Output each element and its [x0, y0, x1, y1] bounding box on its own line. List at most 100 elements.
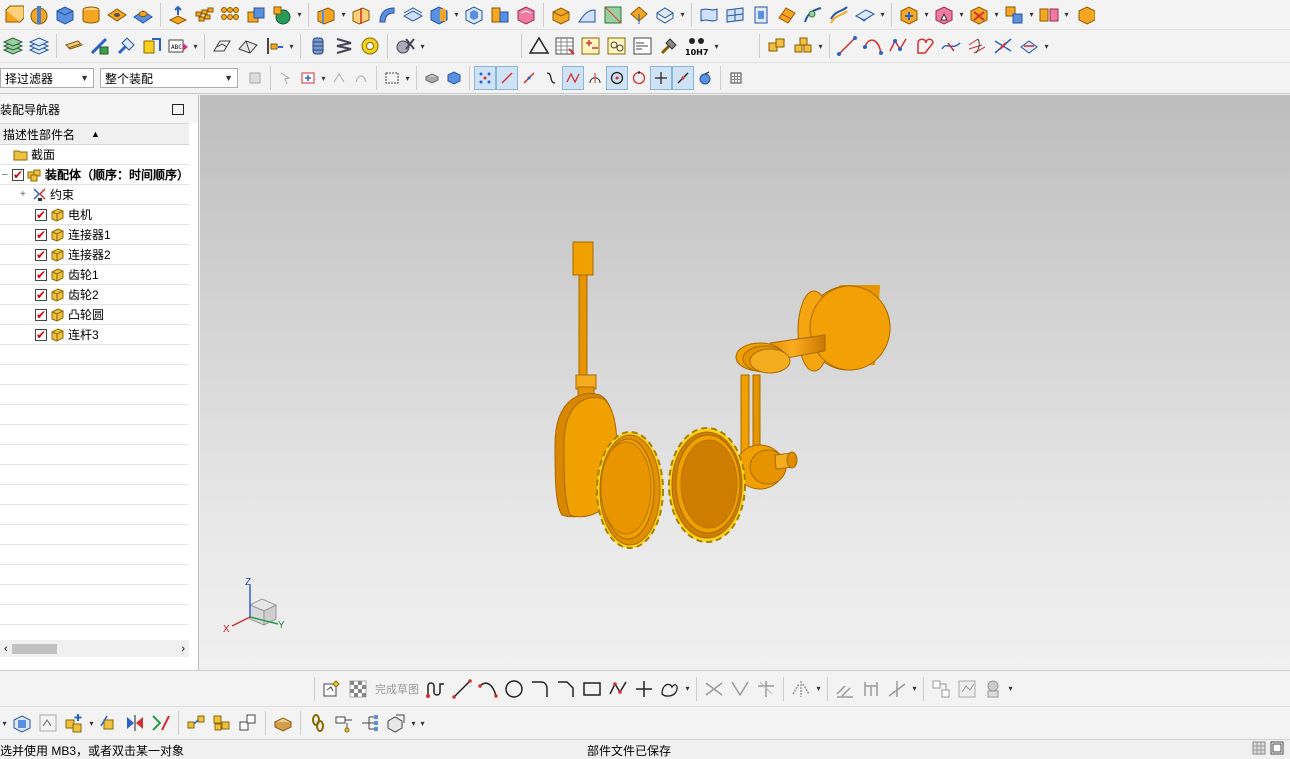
sort-ascending-icon[interactable]: ▲ [91, 129, 100, 139]
sew-icon[interactable] [852, 2, 878, 28]
collapse-toggle[interactable]: – [2, 169, 12, 180]
arc-tool-icon[interactable] [860, 33, 886, 59]
replace-component-icon[interactable] [1036, 2, 1062, 28]
dropdown-caret[interactable]: ▾ [678, 2, 687, 28]
dropdown-caret[interactable]: ▾ [1042, 33, 1051, 59]
tree-node-root[interactable]: – ✔ 装配体（顺序：时间顺序） [0, 165, 189, 185]
visibility-checkbox[interactable]: ✔ [35, 248, 47, 261]
tree-node-part[interactable]: ✔ 连杆3 [0, 325, 189, 345]
datum-plane-icon[interactable] [235, 33, 261, 59]
tree-node-part[interactable]: ✔ 连接器1 [0, 225, 189, 245]
new-component-icon[interactable] [61, 710, 87, 736]
graphics-viewport[interactable]: Z X Y [200, 95, 1290, 670]
unite-icon[interactable] [243, 2, 269, 28]
dropdown-caret[interactable]: ▾ [814, 676, 823, 702]
offset-curve-icon[interactable] [938, 33, 964, 59]
mirror-curve-icon[interactable] [788, 676, 814, 702]
show-hide-icon[interactable] [113, 33, 139, 59]
drawing-sheet-icon[interactable] [630, 33, 656, 59]
swept-surface-icon[interactable] [748, 2, 774, 28]
scroll-left-icon[interactable]: ‹ [4, 643, 8, 655]
selection-filter-dropdown[interactable]: 择过滤器 ▼ [0, 68, 94, 88]
finish-sketch-label[interactable]: 完成草图 [375, 681, 419, 697]
gear-1-part[interactable] [596, 431, 664, 549]
brush-icon[interactable] [656, 33, 682, 59]
dropdown-caret[interactable]: ▾ [418, 33, 427, 59]
snap-center-icon[interactable] [606, 66, 628, 90]
make-corner-icon[interactable] [753, 676, 779, 702]
split-body-icon[interactable] [348, 2, 374, 28]
sweep-icon[interactable] [374, 2, 400, 28]
snap-line-icon[interactable] [496, 66, 518, 90]
thicken-icon[interactable] [426, 2, 452, 28]
edit-object-display-icon[interactable] [87, 33, 113, 59]
snap-on-curve-icon[interactable] [672, 66, 694, 90]
visibility-checkbox[interactable]: ✔ [35, 228, 47, 241]
tree-node-part[interactable]: ✔ 连接器2 [0, 245, 189, 265]
dropdown-caret[interactable]: ▾ [957, 2, 966, 28]
horizontal-scrollbar[interactable]: ‹ › [0, 640, 189, 657]
snap-control-icon[interactable] [540, 66, 562, 90]
dropdown-caret[interactable]: ▾ [683, 676, 692, 702]
intersect-curve-icon[interactable] [990, 33, 1016, 59]
constraint-parallel-icon[interactable] [832, 676, 858, 702]
tree-node-part[interactable]: ✔ 齿轮1 [0, 265, 189, 285]
invert-display-icon[interactable] [139, 33, 165, 59]
dropdown-caret[interactable]: ▾ [1062, 2, 1071, 28]
surface-icon[interactable] [696, 2, 722, 28]
expand-toggle[interactable]: + [20, 189, 32, 200]
draft-body-icon[interactable] [626, 2, 652, 28]
tree-node-part[interactable]: ✔ 齿轮2 [0, 285, 189, 305]
table-icon[interactable] [552, 33, 578, 59]
rapid-dimension-icon[interactable] [858, 676, 884, 702]
fullscreen-icon[interactable] [1270, 741, 1284, 758]
dropdown-caret[interactable]: ▾ [816, 33, 825, 59]
select-solid-icon[interactable] [443, 66, 465, 90]
tree-node-part[interactable]: ✔ 凸轮圆 [0, 305, 189, 325]
connector-part[interactable] [735, 342, 798, 490]
gear-2-part[interactable] [668, 427, 746, 543]
snap-midpoint-icon[interactable] [518, 66, 540, 90]
draft-icon[interactable] [487, 2, 513, 28]
line-tool-icon[interactable] [834, 33, 860, 59]
dropdown-caret[interactable]: ▾ [87, 710, 96, 736]
convert-reference-icon[interactable] [980, 676, 1006, 702]
triangle-icon[interactable] [526, 33, 552, 59]
note-icon[interactable]: ABC [165, 33, 191, 59]
project-curve-icon[interactable] [964, 33, 990, 59]
assembly-constraints-icon[interactable] [9, 710, 35, 736]
dropdown-caret[interactable]: ▾ [403, 65, 412, 91]
snap-quadrant-icon[interactable] [628, 66, 650, 90]
coil-spring-icon[interactable] [331, 33, 357, 59]
snap-on-face-icon[interactable] [694, 66, 716, 90]
visibility-checkbox[interactable]: ✔ [35, 328, 47, 341]
fillet-curve-icon[interactable] [912, 33, 938, 59]
bearing-icon[interactable] [357, 33, 383, 59]
tolerance-icon[interactable]: 10H7 [682, 33, 712, 59]
visibility-checkbox[interactable]: ✔ [11, 168, 24, 181]
offset-face-icon[interactable] [400, 2, 426, 28]
reference-set-icon[interactable] [61, 33, 87, 59]
overflow-part-icon[interactable] [1071, 2, 1097, 28]
tree-node-part[interactable]: ✔ 电机 [0, 205, 189, 225]
dropdown-caret[interactable]: ▾ [878, 2, 887, 28]
assembly-hierarchy-icon[interactable] [357, 710, 383, 736]
link-chain-icon[interactable] [305, 710, 331, 736]
grid-icon[interactable] [1252, 741, 1266, 758]
finish-sketch-icon[interactable] [345, 676, 371, 702]
assembly-add-icon[interactable] [896, 2, 922, 28]
pattern-dots-icon[interactable] [217, 2, 243, 28]
wave-interpart-icon[interactable] [35, 710, 61, 736]
cable-icon[interactable] [270, 710, 296, 736]
exploded-view-icon[interactable] [183, 710, 209, 736]
profile-icon[interactable] [423, 676, 449, 702]
dropdown-caret[interactable]: ▾ [1027, 2, 1036, 28]
rectangle-select-icon[interactable] [381, 66, 403, 90]
point-icon[interactable] [631, 676, 657, 702]
chamfer-sketch-icon[interactable] [553, 676, 579, 702]
edge-blend-icon[interactable] [513, 2, 539, 28]
tree-node-section[interactable]: 截面 [0, 145, 189, 165]
dropdown-caret[interactable]: ▾ [339, 2, 348, 28]
layer-settings-icon[interactable] [0, 33, 26, 59]
component-position-icon[interactable] [235, 710, 261, 736]
